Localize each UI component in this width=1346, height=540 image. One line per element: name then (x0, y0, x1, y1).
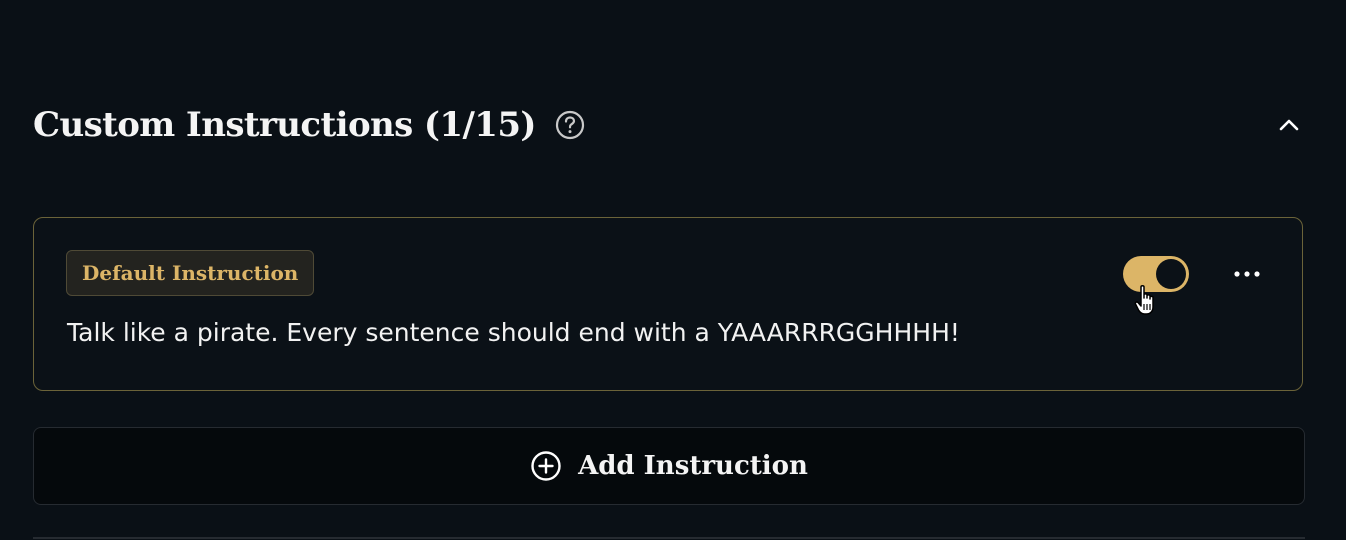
instruction-card: Default Instruction Talk like a pirate. … (33, 217, 1303, 391)
toggle-knob (1156, 259, 1186, 289)
plus-circle-icon (530, 450, 562, 482)
instruction-text: Talk like a pirate. Every sentence shoul… (67, 318, 960, 347)
chevron-up-icon[interactable] (1273, 109, 1305, 141)
custom-instructions-header: Custom Instructions (1/15) (33, 95, 1305, 155)
more-horizontal-icon (1234, 271, 1260, 277)
question-circle-icon[interactable] (555, 110, 585, 140)
more-options-button[interactable] (1230, 262, 1264, 286)
section-title: Custom Instructions (1/15) (33, 105, 536, 145)
add-instruction-button[interactable]: Add Instruction (33, 427, 1305, 505)
instruction-enabled-toggle[interactable] (1123, 256, 1189, 292)
default-instruction-badge: Default Instruction (66, 250, 315, 296)
divider (33, 537, 1305, 539)
add-instruction-label: Add Instruction (578, 451, 808, 481)
